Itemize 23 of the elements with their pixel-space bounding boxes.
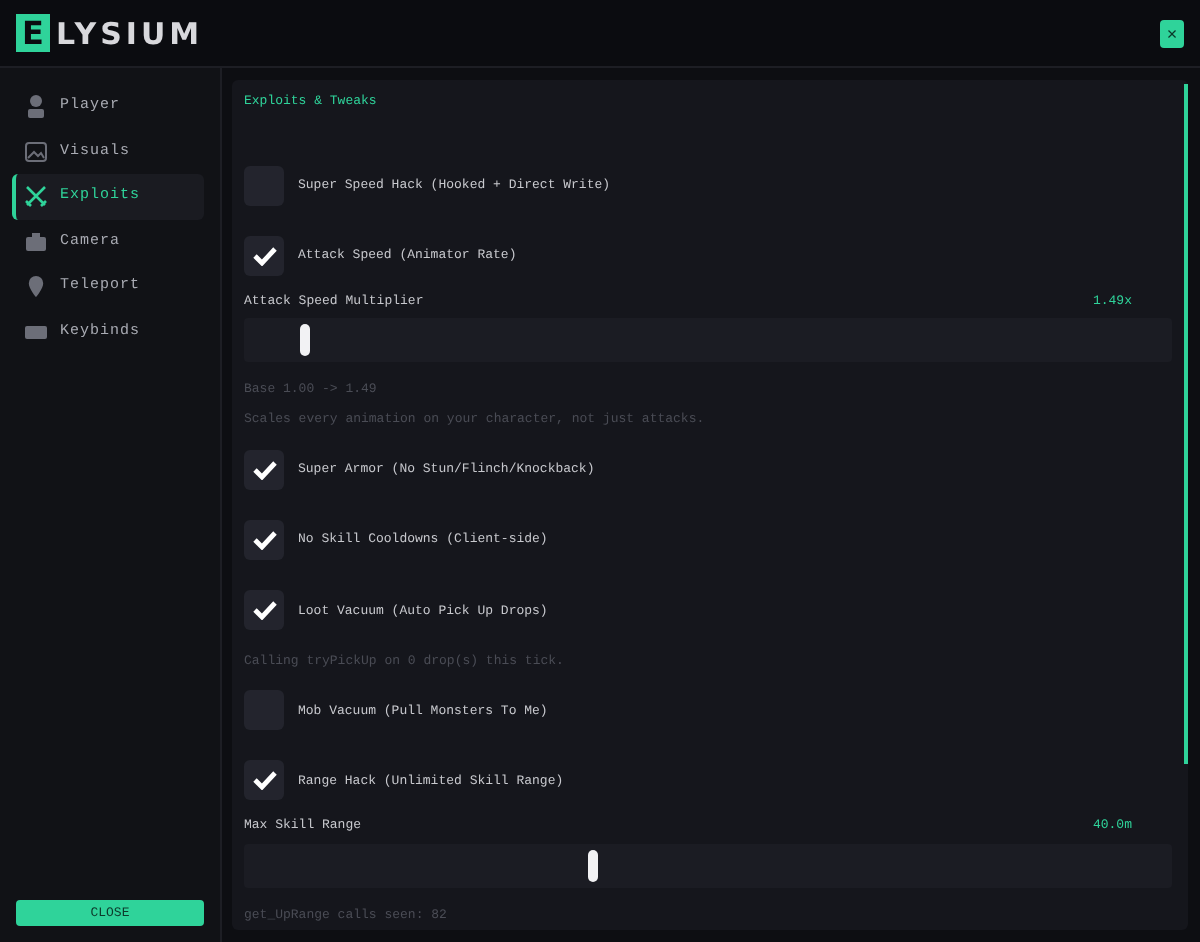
checkbox[interactable]: [244, 760, 284, 801]
scrollbar[interactable]: [1184, 84, 1188, 764]
checkmark-icon: [251, 245, 277, 266]
slider-track[interactable]: [244, 843, 1172, 888]
checkmark-icon: [251, 600, 277, 621]
app-title: LYSIUM: [56, 15, 204, 51]
person-icon: [24, 94, 48, 119]
pin-icon: [24, 274, 48, 299]
close-button[interactable]: ×: [1160, 19, 1184, 47]
checkmark-icon: [251, 529, 277, 550]
checkmark-icon: [251, 770, 277, 791]
logo-mark: E: [16, 14, 50, 52]
checkbox[interactable]: [244, 235, 284, 276]
camera-icon: [24, 229, 48, 254]
slider-thumb[interactable]: [299, 324, 310, 357]
image-icon: [24, 139, 48, 164]
checkmark-icon: [251, 459, 277, 480]
slider-track[interactable]: [244, 318, 1172, 363]
checkbox[interactable]: [244, 449, 284, 490]
checkbox[interactable]: [244, 590, 284, 631]
slider-thumb[interactable]: [587, 849, 598, 882]
checkbox[interactable]: [244, 519, 284, 560]
swords-icon: [24, 184, 48, 209]
